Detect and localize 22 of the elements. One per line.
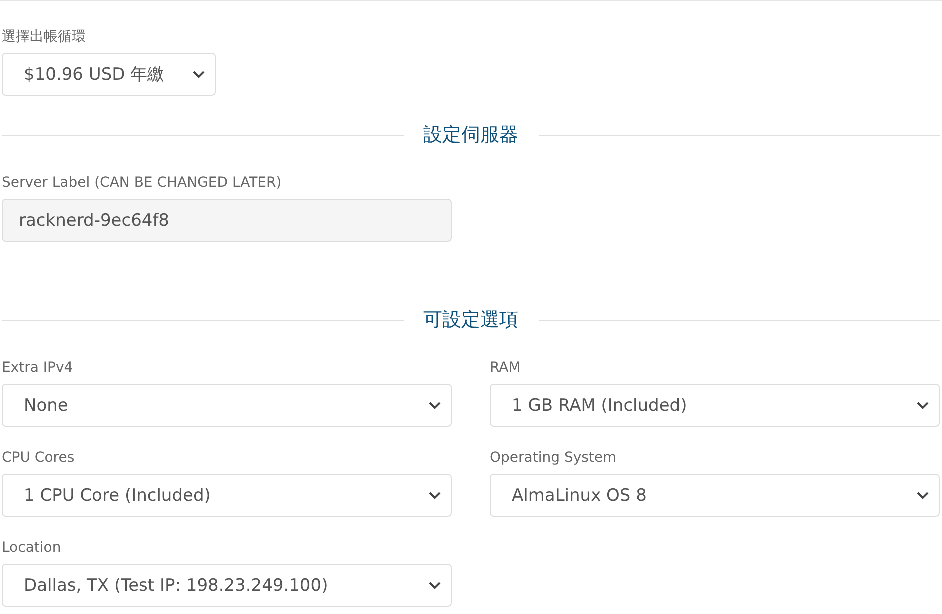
select-field[interactable]: 1 CPU Core (Included) [2, 474, 452, 517]
chevron-down-icon [917, 492, 929, 500]
select-field[interactable]: 1 GB RAM (Included) [490, 384, 940, 427]
field-label: Server Label (CAN BE CHANGED LATER) [2, 174, 283, 192]
chevron-down-icon [917, 402, 929, 410]
field-label: Extra IPv4 [2, 359, 74, 377]
select-field[interactable]: $10.96 USD 年繳 [2, 53, 216, 96]
field-label: CPU Cores [2, 449, 76, 467]
chevron-down-icon [429, 492, 441, 500]
field-label: 選擇出帳循環 [2, 28, 87, 46]
select-field[interactable]: AlmaLinux OS 8 [490, 474, 940, 517]
select-field[interactable]: Dallas, TX (Test IP: 198.23.249.100) [2, 564, 452, 607]
field-label: Location [2, 539, 62, 557]
chevron-down-icon [429, 402, 441, 410]
input-field[interactable]: racknerd-9ec64f8 [2, 199, 452, 242]
field-label: RAM [490, 359, 522, 377]
field-label: Operating System [490, 449, 618, 467]
section-heading: 設定伺服器 [424, 123, 518, 148]
chevron-down-icon [193, 70, 205, 78]
chevron-down-icon [429, 582, 441, 590]
section-heading: 可設定選項 [424, 308, 518, 333]
select-field[interactable]: None [2, 384, 452, 427]
